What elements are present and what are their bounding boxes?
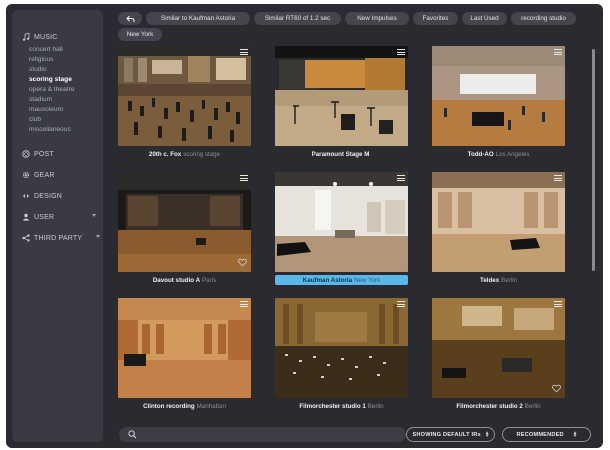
back-arrow-icon (125, 15, 135, 22)
room-thumbnail (118, 46, 251, 146)
card-location: New York (354, 276, 381, 284)
tag-last-used[interactable]: Last Used (462, 12, 507, 25)
card-name: Todd-AO (467, 150, 494, 158)
sidebar-category-label: POST (34, 150, 54, 158)
sidebar-item-scoring-stage[interactable]: scoring stage (29, 75, 72, 85)
room-thumbnail (432, 298, 565, 398)
tag-new-impulses[interactable]: New Impulses (345, 12, 409, 25)
ir-card[interactable]: 20th c. Fox scoring stage (118, 46, 251, 160)
ir-card[interactable]: Teldex Berlin (432, 172, 565, 286)
tag-similar-rt60[interactable]: Similar RT60 of 1.2 sec (254, 12, 341, 25)
updown-icon: ▴ ▾ (485, 429, 489, 439)
ir-card[interactable]: Filmorchester studio 1 Berlin (275, 298, 408, 412)
card-location: Berlin (501, 276, 517, 284)
card-location: scoring stage (183, 150, 221, 158)
search-input[interactable] (141, 428, 396, 441)
chevron-down-icon (96, 235, 100, 238)
menu-icon[interactable] (240, 49, 248, 55)
card-location: Manhattan (196, 402, 226, 410)
chevron-down-icon (92, 214, 96, 217)
sidebar-item-mausoleum[interactable]: mausoleum (29, 105, 63, 115)
menu-icon[interactable] (554, 49, 562, 55)
search-icon (128, 430, 137, 439)
ir-card[interactable]: Clinton recording Manhattan (118, 298, 251, 412)
sidebar-item-religious[interactable]: religious (29, 55, 54, 65)
menu-icon[interactable] (240, 175, 248, 181)
filter-label: SHOWING DEFAULT IRs (412, 431, 481, 438)
menu-icon[interactable] (397, 175, 405, 181)
sidebar-category-label: GEAR (34, 171, 55, 179)
sort-dropdown[interactable]: RECOMMENDED ▴ ▾ (502, 427, 591, 442)
sidebar-category-post[interactable]: POST (22, 150, 54, 158)
sidebar-item-concert-hall[interactable]: concert hall (29, 45, 63, 55)
card-location: Berlin (367, 402, 384, 410)
ir-card[interactable]: Todd-AO Los Angeles (432, 46, 565, 160)
room-thumbnail (432, 172, 565, 272)
sidebar-category-music[interactable]: MUSIC (22, 33, 58, 41)
tag-new-york[interactable]: New York (118, 28, 162, 41)
sidebar-item-club[interactable]: club (29, 115, 41, 125)
heart-icon[interactable] (238, 258, 247, 267)
menu-icon[interactable] (554, 301, 562, 307)
card-name: Davout studio A (152, 276, 201, 284)
menu-icon[interactable] (554, 175, 562, 181)
user-icon (22, 213, 30, 221)
card-name: Filmorchester studio 1 (299, 402, 366, 410)
card-name: Teldex (480, 276, 500, 284)
back-button[interactable] (118, 12, 142, 25)
sidebar-category-label: MUSIC (34, 33, 58, 41)
tag-similar-kaufman[interactable]: Similar to Kaufman Astoria (146, 12, 250, 25)
tag-recording-studio[interactable]: recording studio (511, 12, 576, 25)
card-name: Kaufman Astoria (302, 276, 353, 284)
ir-card[interactable]: Paramount Stage M (275, 46, 408, 160)
card-location: Los Angeles (495, 150, 530, 158)
sidebar-category-label: DESIGN (34, 192, 63, 200)
card-name: 20th c. Fox (148, 150, 182, 158)
sidebar-item-miscellaneous[interactable]: miscellaneous (29, 125, 71, 135)
design-icon (22, 192, 30, 200)
room-thumbnail (275, 46, 408, 146)
sidebar-category-label: THIRD PARTY (34, 234, 83, 242)
card-name: Filmorchester studio 2 (456, 402, 523, 410)
share-icon (22, 234, 30, 242)
sidebar-item-stadium[interactable]: stadium (29, 95, 52, 105)
heart-icon[interactable] (552, 384, 561, 393)
sidebar-category-third-party[interactable]: THIRD PARTY (22, 234, 100, 242)
room-thumbnail (275, 172, 408, 272)
updown-icon: ▴ ▾ (573, 429, 577, 439)
search-box[interactable] (119, 427, 406, 442)
sidebar-category-design[interactable]: DESIGN (22, 192, 62, 200)
card-name: Clinton recording (143, 402, 195, 410)
room-thumbnail (275, 298, 408, 398)
scrollbar[interactable] (592, 49, 595, 271)
sidebar-category-label: USER (34, 213, 55, 221)
gear-icon (22, 171, 30, 179)
sort-label: RECOMMENDED (516, 431, 564, 438)
film-reel-icon (22, 150, 30, 158)
room-thumbnail (432, 46, 565, 146)
ir-card-selected[interactable]: Kaufman Astoria New York (275, 172, 408, 286)
menu-icon[interactable] (397, 301, 405, 307)
room-thumbnail (118, 172, 251, 272)
ir-card[interactable]: Filmorchester studio 2 Berlin (432, 298, 565, 412)
sidebar-item-studio[interactable]: studio (29, 65, 47, 75)
sidebar: MUSIC concert hall religious studio scor… (12, 10, 103, 442)
menu-icon[interactable] (397, 49, 405, 55)
sidebar-category-gear[interactable]: GEAR (22, 171, 55, 179)
menu-icon[interactable] (240, 301, 248, 307)
card-location: Paris (202, 276, 217, 284)
tag-favorites[interactable]: Favorites (413, 12, 458, 25)
sidebar-item-opera-theatre[interactable]: opera & theatre (29, 85, 74, 95)
music-note-icon (22, 33, 30, 41)
card-name: Paramount Stage M (311, 150, 370, 158)
ir-card[interactable]: Davout studio A Paris (118, 172, 251, 286)
room-thumbnail (118, 298, 251, 398)
sidebar-category-user[interactable]: USER (22, 213, 96, 221)
app-window: MUSIC concert hall religious studio scor… (6, 4, 603, 448)
card-location: Berlin (524, 402, 541, 410)
ir-filter-dropdown[interactable]: SHOWING DEFAULT IRs ▴ ▾ (406, 427, 495, 442)
